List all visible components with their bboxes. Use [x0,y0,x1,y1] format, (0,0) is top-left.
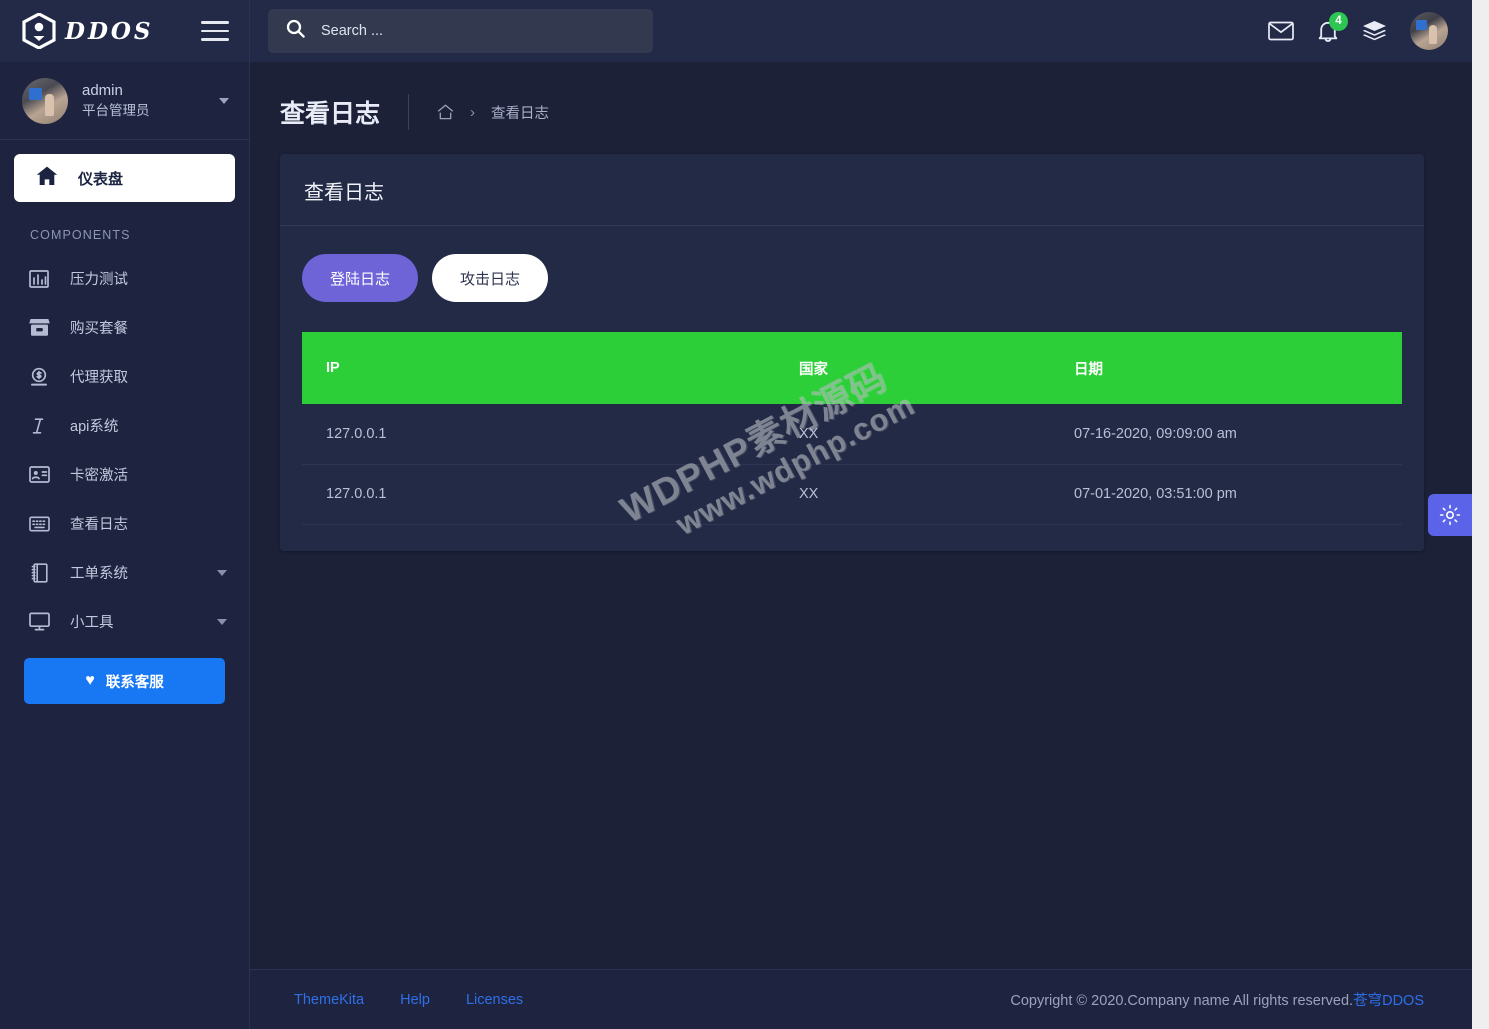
log-type-tabs: 登陆日志 攻击日志 [302,254,1402,302]
table-header-row: IP 国家 日期 [302,332,1402,404]
breadcrumb-home-icon[interactable] [437,104,454,120]
search-input[interactable] [321,23,635,39]
sidebar-item-stress-test[interactable]: 压力测试 [0,254,249,303]
column-header-country: 国家 [775,332,1050,404]
column-header-ip: IP [302,332,775,404]
shield-hex-icon [22,13,56,49]
cell-country: XX [775,464,1050,525]
bar-chart-icon [28,269,50,289]
user-name: admin [82,82,123,100]
table-head: IP 国家 日期 [302,332,1402,404]
gear-icon [1439,504,1461,526]
sidebar-item-dashboard[interactable]: 仪表盘 [14,154,235,202]
card-header: 查看日志 [280,154,1424,226]
search-icon [286,19,305,43]
logs-table: IP 国家 日期 127.0.0.1 XX 07-16-2020, 09:09:… [302,332,1402,525]
brand-logo-link[interactable]: DDOS [22,13,154,49]
sidebar-item-label: 购买套餐 [70,321,128,337]
chevron-down-icon[interactable] [219,97,229,104]
avatar[interactable] [1410,12,1448,50]
tab-login-logs[interactable]: 登陆日志 [302,254,419,302]
sidebar-item-buy-package[interactable]: 购买套餐 [0,303,249,352]
coin-dollar-icon [28,367,50,387]
user-meta: admin 平台管理员 [82,81,205,119]
sidebar-item-label: 卡密激活 [70,468,128,484]
logs-card: 查看日志 登陆日志 攻击日志 IP 国家 日期 127.0.0.1 XX 07-… [280,154,1424,551]
app-window: DDOS admin 平台管理员 仪表盘 COMPONENTS 压力测试 购买套… [0,0,1472,1029]
user-role: 平台管理员 [82,102,150,118]
breadcrumb: › 查看日志 [409,102,549,123]
card-title: 查看日志 [304,182,384,204]
sidebar-item-label: 工单系统 [70,566,128,582]
breadcrumb-separator: › [470,103,476,121]
page-title: 查看日志 [280,100,381,128]
breadcrumb-current: 查看日志 [491,105,550,122]
sidebar-item-label: 仪表盘 [78,170,124,188]
id-card-icon [28,466,50,483]
topbar-icons: 4 [1268,11,1448,50]
store-icon [28,318,50,337]
settings-panel-toggle[interactable] [1428,494,1472,536]
copyright-text: Copyright © 2020.Company name All rights… [1010,993,1354,1009]
table-row: 127.0.0.1 XX 07-16-2020, 09:09:00 am [302,404,1402,465]
column-header-date: 日期 [1050,332,1402,404]
monitor-icon [28,612,50,631]
sidebar: DDOS admin 平台管理员 仪表盘 COMPONENTS 压力测试 购买套… [0,0,250,1029]
sidebar-item-label: 代理获取 [70,370,128,386]
avatar [22,77,68,124]
heart-icon: ♥ [85,672,95,689]
sidebar-brand-row: DDOS [0,0,249,62]
chevron-down-icon[interactable] [217,618,227,625]
envelope-icon[interactable] [1268,21,1294,41]
tab-attack-logs[interactable]: 攻击日志 [432,254,549,302]
sidebar-item-label: 小工具 [70,615,114,631]
sidebar-item-ticket-system[interactable]: 工单系统 [0,548,249,597]
sidebar-item-tools[interactable]: 小工具 [0,597,249,646]
copyright: Copyright © 2020.Company name All rights… [1010,989,1424,1010]
cell-ip: 127.0.0.1 [302,464,775,525]
footer-link-themekita[interactable]: ThemeKita [294,992,364,1008]
table-body: 127.0.0.1 XX 07-16-2020, 09:09:00 am 127… [302,404,1402,525]
cell-date: 07-01-2020, 03:51:00 pm [1050,464,1402,525]
sidebar-nav: 仪表盘 COMPONENTS 压力测试 购买套餐 代理获取 api系统 卡密激活… [0,140,249,1029]
footer-link-licenses[interactable]: Licenses [466,992,523,1008]
sidebar-item-label: 查看日志 [70,517,128,533]
sidebar-item-card-activate[interactable]: 卡密激活 [0,450,249,499]
brand-name: DDOS [65,17,154,45]
sidebar-user-row[interactable]: admin 平台管理员 [0,62,249,140]
italic-i-icon [28,416,50,436]
cell-date: 07-16-2020, 09:09:00 am [1050,404,1402,465]
contact-support-label: 联系客服 [105,674,164,691]
bell-icon[interactable]: 4 [1317,11,1348,43]
chevron-down-icon[interactable] [217,569,227,576]
book-icon [28,562,50,583]
hamburger-icon[interactable] [201,21,229,41]
home-icon [36,166,58,191]
sidebar-item-view-logs[interactable]: 查看日志 [0,499,249,548]
sidebar-item-proxy-fetch[interactable]: 代理获取 [0,352,249,401]
topbar: 4 [250,0,1472,62]
notification-badge: 4 [1329,11,1348,31]
copyright-link[interactable]: 苍穹DDOS [1353,993,1424,1009]
keyboard-icon [28,515,50,532]
cell-country: XX [775,404,1050,465]
footer: ThemeKita Help Licenses Copyright © 2020… [250,969,1472,1029]
layers-icon[interactable] [1362,20,1387,42]
card-body: 登陆日志 攻击日志 IP 国家 日期 127.0.0.1 XX 07-16-20… [280,226,1424,551]
page-scrollbar[interactable] [1472,0,1489,1029]
cell-ip: 127.0.0.1 [302,404,775,465]
sidebar-item-label: 压力测试 [70,272,128,288]
contact-support-button[interactable]: ♥ 联系客服 [24,658,225,704]
table-row: 127.0.0.1 XX 07-01-2020, 03:51:00 pm [302,464,1402,525]
sidebar-section-components: COMPONENTS [30,228,131,242]
sidebar-item-label: api系统 [70,419,119,435]
main-area: 4 查看日志 [250,0,1472,1029]
footer-links: ThemeKita Help Licenses [294,992,523,1008]
footer-link-help[interactable]: Help [400,992,430,1008]
search-box[interactable] [268,9,653,53]
sidebar-item-api-system[interactable]: api系统 [0,401,249,450]
page-header: 查看日志 › 查看日志 [250,62,1472,154]
